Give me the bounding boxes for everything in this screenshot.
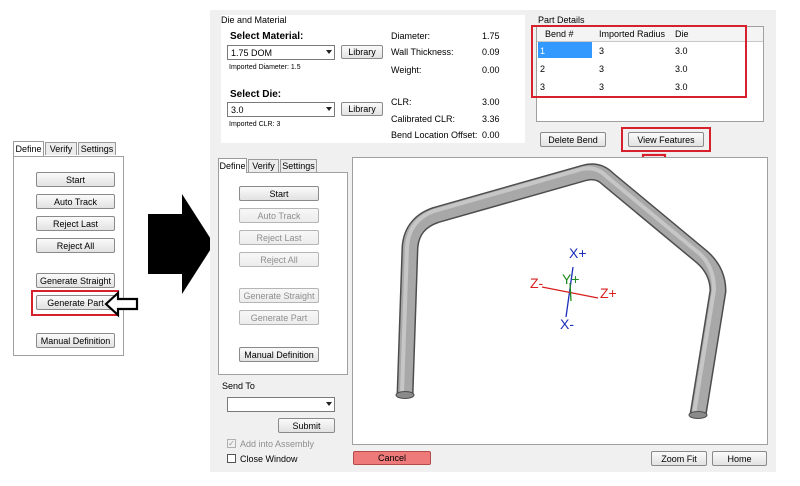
big-right-arrow-icon: [148, 194, 214, 294]
wall-thickness-value: 0.09: [482, 47, 500, 57]
calibrated-clr-value: 3.36: [482, 114, 500, 124]
diameter-value: 1.75: [482, 31, 500, 41]
close-window-label: Close Window: [240, 454, 298, 464]
chevron-down-icon: [326, 107, 332, 111]
send-to-select[interactable]: [227, 397, 335, 412]
left-tab-settings[interactable]: Settings: [78, 142, 116, 155]
diameter-label: Diameter:: [391, 31, 431, 41]
left-generate-straight-button[interactable]: Generate Straight: [36, 273, 115, 288]
imported-clr-text: Imported CLR: 3: [229, 121, 281, 128]
imported-diameter-text: Imported Diameter: 1.5: [229, 64, 301, 71]
left-start-button[interactable]: Start: [36, 172, 115, 187]
home-button[interactable]: Home: [712, 451, 767, 466]
weight-label: Weight:: [391, 65, 422, 75]
define-tab-content: [218, 172, 348, 375]
die-select-value: 3.0: [231, 104, 244, 115]
clr-label: CLR:: [391, 97, 412, 107]
left-tabbar: Define Verify Settings: [13, 141, 123, 156]
add-into-assembly-label: Add into Assembly: [240, 439, 315, 449]
left-reject-all-button[interactable]: Reject All: [36, 238, 115, 253]
manual-definition-button[interactable]: Manual Definition: [239, 347, 319, 362]
bend-location-offset-value: 0.00: [482, 130, 500, 140]
left-tab-verify[interactable]: Verify: [45, 142, 77, 155]
part-details-title: Part Details: [538, 15, 585, 25]
close-window-checkbox[interactable]: [227, 454, 236, 463]
bent-tube-model: [395, 163, 727, 419]
delete-bend-button[interactable]: Delete Bend: [540, 132, 606, 147]
axis-x-plus-label: X+: [569, 245, 587, 261]
die-select[interactable]: 3.0: [227, 102, 335, 117]
generate-straight-button[interactable]: Generate Straight: [239, 288, 319, 303]
left-reject-last-button[interactable]: Reject Last: [36, 216, 115, 231]
material-select-value: 1.75 DOM: [231, 47, 273, 58]
view-features-highlight: [621, 127, 711, 152]
wall-thickness-label: Wall Thickness:: [391, 47, 454, 57]
chevron-down-icon: [326, 50, 332, 54]
generate-part-button[interactable]: Generate Part: [239, 310, 319, 325]
submit-button[interactable]: Submit: [278, 418, 335, 433]
weight-value: 0.00: [482, 65, 500, 75]
select-material-label: Select Material:: [230, 31, 304, 42]
axis-x-minus-label: X-: [560, 316, 574, 332]
tab-define[interactable]: Define: [218, 158, 247, 173]
chevron-down-icon: [326, 402, 332, 406]
cancel-button[interactable]: Cancel: [353, 451, 431, 465]
bend-location-offset-label: Bend Location Offset:: [391, 130, 478, 140]
auto-track-button[interactable]: Auto Track: [239, 208, 319, 223]
select-die-label: Select Die:: [230, 89, 282, 100]
left-manual-definition-button[interactable]: Manual Definition: [36, 333, 115, 348]
main-tabbar: Define Verify Settings: [218, 158, 338, 173]
material-library-button[interactable]: Library: [341, 45, 383, 59]
add-into-assembly-checkbox[interactable]: ✓: [227, 439, 236, 448]
clr-value: 3.00: [482, 97, 500, 107]
die-library-button[interactable]: Library: [341, 102, 383, 116]
tab-settings[interactable]: Settings: [280, 159, 317, 172]
die-material-title: Die and Material: [221, 15, 287, 25]
start-button[interactable]: Start: [239, 186, 319, 201]
axis-z-minus-label: Z-: [530, 275, 544, 291]
pointer-arrow-icon: [104, 290, 139, 318]
tab-verify[interactable]: Verify: [248, 159, 279, 172]
reject-all-button[interactable]: Reject All: [239, 252, 319, 267]
axis-z-plus-label: Z+: [600, 285, 617, 301]
axis-y-plus-label: Y+: [562, 271, 580, 287]
left-tab-define[interactable]: Define: [13, 141, 44, 156]
left-auto-track-button[interactable]: Auto Track: [36, 194, 115, 209]
calibrated-clr-label: Calibrated CLR:: [391, 114, 456, 124]
material-select[interactable]: 1.75 DOM: [227, 45, 335, 60]
part-details-highlight: [531, 25, 747, 98]
zoom-fit-button[interactable]: Zoom Fit: [651, 451, 707, 466]
send-to-title: Send To: [222, 381, 255, 391]
reject-last-button[interactable]: Reject Last: [239, 230, 319, 245]
